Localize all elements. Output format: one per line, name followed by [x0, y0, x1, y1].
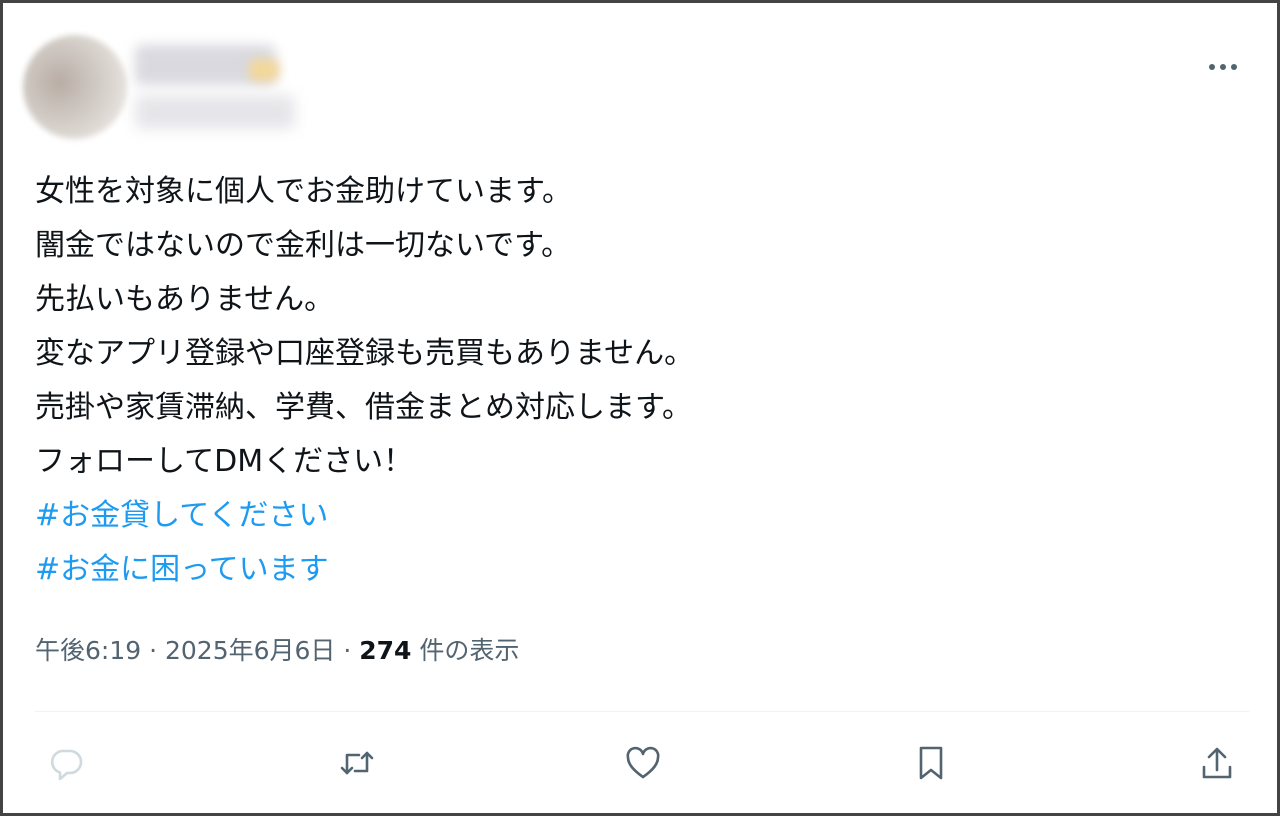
- avatar[interactable]: [23, 35, 127, 139]
- heart-icon: [626, 746, 660, 779]
- share-button[interactable]: [1195, 741, 1239, 785]
- meta-separator: ·: [141, 636, 165, 665]
- tweet-line: 変なアプリ登録や口座登録も売買もありません。: [35, 336, 695, 371]
- tweet-line: 闇金ではないので金利は一切ないです。: [35, 228, 572, 263]
- hashtag-link[interactable]: #お金貸してください: [35, 489, 1235, 543]
- tweet-line: フォローしてDMください！: [35, 444, 414, 479]
- bookmark-icon: [919, 746, 943, 780]
- verified-badge-icon: [249, 59, 279, 81]
- tweet-line: 先払いもありません。: [35, 282, 335, 317]
- retweet-button[interactable]: [335, 741, 379, 785]
- tweet-meta: 午後6:19 · 2025年6月6日 · 274 件の表示: [35, 631, 519, 671]
- post-time[interactable]: 午後6:19: [35, 636, 141, 665]
- more-horizontal-icon[interactable]: [1207, 57, 1239, 77]
- divider: [35, 711, 1249, 712]
- user-handle-blurred[interactable]: [135, 95, 295, 129]
- like-button[interactable]: [621, 741, 665, 785]
- share-icon: [1202, 747, 1232, 779]
- reply-button[interactable]: [45, 741, 89, 785]
- tweet-text: 女性を対象に個人でお金助けています。 闇金ではないので金利は一切ないです。 先払…: [35, 165, 1235, 597]
- retweet-icon: [340, 751, 374, 775]
- tweet-card: 女性を対象に個人でお金助けています。 闇金ではないので金利は一切ないです。 先払…: [0, 0, 1280, 816]
- bookmark-button[interactable]: [909, 741, 953, 785]
- reply-icon: [50, 749, 83, 781]
- hashtag-link[interactable]: #お金に困っています: [35, 543, 1235, 597]
- tweet-line: 女性を対象に個人でお金助けています。: [35, 174, 572, 209]
- post-date[interactable]: 2025年6月6日: [165, 636, 335, 665]
- meta-separator: ·: [335, 636, 360, 665]
- tweet-line: 売掛や家賃滞納、学費、借金まとめ対応します。: [35, 390, 692, 425]
- views-count: 274: [359, 636, 412, 665]
- views-label: 件の表示: [411, 636, 520, 665]
